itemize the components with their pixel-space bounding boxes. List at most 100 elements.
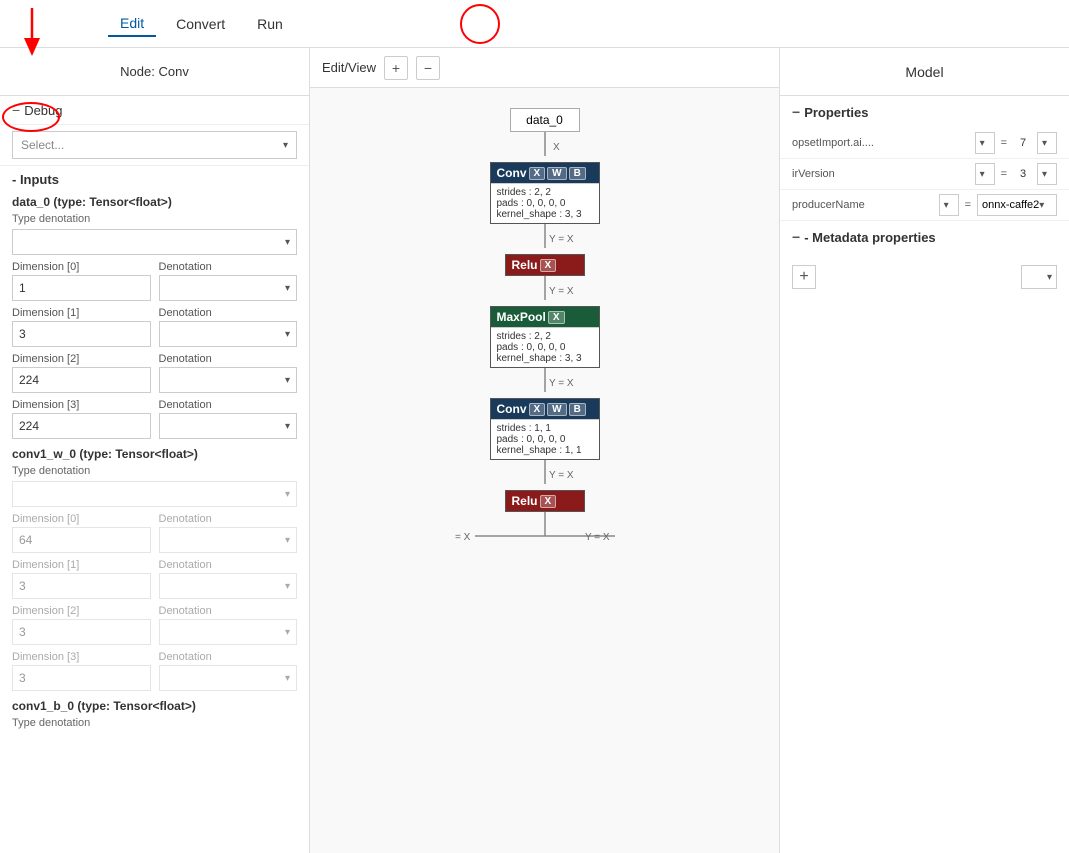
connector-svg-3: Y = X: [505, 368, 585, 398]
type-dropdown-chevron-0: ▾: [285, 237, 290, 248]
node-conv2[interactable]: Conv X W B strides : 1, 1 pads : 0, 0, 0…: [490, 398, 600, 460]
node-conv1-label: Conv: [497, 166, 527, 180]
select-placeholder: Select...: [21, 138, 64, 152]
dim-input-1-1[interactable]: 3: [12, 573, 151, 599]
debug-collapse-icon[interactable]: −: [12, 102, 20, 118]
menu-convert[interactable]: Convert: [164, 12, 237, 36]
dim-label-1-2: Dimension [2]: [12, 605, 151, 617]
metadata-section-header: − - Metadata properties: [780, 221, 1069, 253]
node-relu1[interactable]: Relu X: [505, 254, 585, 276]
prop-value-dropdown-1[interactable]: ▾: [1037, 163, 1057, 185]
den-label-0-3: Denotation: [159, 399, 298, 411]
node-conv2-header: Conv X W B: [491, 399, 599, 419]
zoom-out-button[interactable]: −: [416, 56, 440, 80]
node-conv1[interactable]: Conv X W B strides : 2, 2 pads : 0, 0, 0…: [490, 162, 600, 224]
graph-container: data_0 X Conv X W B: [445, 88, 645, 562]
prop-value-dropdown-0[interactable]: ▾: [1037, 132, 1057, 154]
inputs-section-header: - Inputs: [0, 166, 309, 191]
conv2-detail-1: pads : 0, 0, 0, 0: [497, 434, 593, 445]
input-data0-label: data_0 (type: Tensor<float>): [0, 191, 309, 211]
type-denotation-label-2: Type denotation: [0, 715, 309, 731]
node-data0[interactable]: data_0: [510, 108, 580, 132]
dim-row-0-3: Dimension [3] 224 Denotation ▾: [0, 397, 309, 441]
den-dropdown-0-3[interactable]: ▾: [159, 413, 298, 439]
den-dropdown-1-3[interactable]: ▾: [159, 665, 298, 691]
metadata-add-button[interactable]: +: [792, 265, 816, 289]
den-dropdown-0-1[interactable]: ▾: [159, 321, 298, 347]
den-chevron-1-1: ▾: [285, 581, 290, 592]
node-maxpool-body: strides : 2, 2 pads : 0, 0, 0, 0 kernel_…: [491, 327, 599, 367]
prop-dropdown-0[interactable]: ▾: [975, 132, 995, 154]
dim-input-1-0[interactable]: 64: [12, 527, 151, 553]
zoom-in-button[interactable]: +: [384, 56, 408, 80]
dim-input-0-1[interactable]: 3: [12, 321, 151, 347]
den-label-1-2: Denotation: [159, 605, 298, 617]
metadata-dropdown[interactable]: ▾: [1021, 265, 1057, 289]
node-header-label: Node: Conv: [120, 64, 189, 79]
debug-label: − Debug: [12, 102, 297, 118]
prop-dropdown-1[interactable]: ▾: [975, 163, 995, 185]
den-dropdown-1-0[interactable]: ▾: [159, 527, 298, 553]
node-relu1-tag-x: X: [540, 259, 557, 272]
prop-chevron-1: ▾: [980, 169, 985, 180]
left-panel-scroll[interactable]: - Inputs data_0 (type: Tensor<float>) Ty…: [0, 166, 309, 853]
dim-input-0-0[interactable]: 1: [12, 275, 151, 301]
node-relu2-tag-x: X: [540, 495, 557, 508]
dim-row-1-3: Dimension [3] 3 Denotation ▾: [0, 649, 309, 693]
dim-input-1-2[interactable]: 3: [12, 619, 151, 645]
center-canvas: Edit/View + − data_0 X: [310, 48, 779, 853]
den-col-1-3: Denotation ▾: [159, 651, 298, 691]
dim-input-0-3[interactable]: 224: [12, 413, 151, 439]
prop-value-0: 7: [1013, 137, 1033, 149]
dim-col-1-2: Dimension [2] 3: [12, 605, 151, 645]
metadata-collapse-icon[interactable]: −: [792, 229, 800, 245]
dim-input-1-3[interactable]: 3: [12, 665, 151, 691]
den-col-1-0: Denotation ▾: [159, 513, 298, 553]
node-maxpool-header: MaxPool X: [491, 307, 599, 327]
type-denotation-dropdown-0[interactable]: ▾: [12, 229, 297, 255]
metadata-chevron: ▾: [1047, 272, 1052, 283]
svg-text:X: X: [553, 142, 560, 153]
dim-input-0-2[interactable]: 224: [12, 367, 151, 393]
node-relu2[interactable]: Relu X: [505, 490, 585, 512]
den-chevron-1-0: ▾: [285, 535, 290, 546]
prop-dropdown-2[interactable]: ▾: [939, 194, 959, 216]
dim-col-0-0: Dimension [0] 1: [12, 261, 151, 301]
input-conv1b-label: conv1_b_0 (type: Tensor<float>): [0, 695, 309, 715]
den-col-1-2: Denotation ▾: [159, 605, 298, 645]
node-relu2-wrapper: Relu X = X Y = X: [445, 490, 645, 542]
main-content: Node: Conv − Debug Select... ▾ - Inputs …: [0, 48, 1069, 853]
prop-value-1: 3: [1013, 168, 1033, 180]
den-dropdown-1-2[interactable]: ▾: [159, 619, 298, 645]
menu-edit[interactable]: Edit: [108, 11, 156, 37]
den-dropdown-0-2[interactable]: ▾: [159, 367, 298, 393]
prop-equals-1: =: [999, 168, 1009, 180]
node-conv2-tag-x: X: [529, 403, 546, 416]
prop-equals-0: =: [999, 137, 1009, 149]
select-field[interactable]: Select... ▾: [12, 131, 297, 159]
prop-name-2: producerName: [792, 199, 935, 211]
type-denotation-dropdown-1[interactable]: ▾: [12, 481, 297, 507]
properties-collapse-icon[interactable]: −: [792, 104, 800, 120]
den-dropdown-0-0[interactable]: ▾: [159, 275, 298, 301]
dim-row-1-1: Dimension [1] 3 Denotation ▾: [0, 557, 309, 601]
den-col-0-2: Denotation ▾: [159, 353, 298, 393]
dim-row-0-0: Dimension [0] 1 Denotation ▾: [0, 259, 309, 303]
menu-run[interactable]: Run: [245, 12, 295, 36]
connector-svg-0: X: [515, 132, 575, 162]
right-panel-title: Model: [905, 64, 943, 80]
node-relu2-label: Relu: [512, 494, 538, 508]
den-chevron-0-1: ▾: [285, 329, 290, 340]
den-dropdown-1-1[interactable]: ▾: [159, 573, 298, 599]
canvas-area[interactable]: data_0 X Conv X W B: [310, 88, 779, 853]
svg-text:Y = X: Y = X: [549, 286, 574, 297]
svg-text:Y = X: Y = X: [549, 470, 574, 481]
svg-text:= X: = X: [455, 532, 471, 542]
node-maxpool[interactable]: MaxPool X strides : 2, 2 pads : 0, 0, 0,…: [490, 306, 600, 368]
conv2-detail-2: kernel_shape : 1, 1: [497, 445, 593, 456]
conv1-detail-2: kernel_shape : 3, 3: [497, 209, 593, 220]
prop-chevron-0: ▾: [980, 138, 985, 149]
metadata-label: - Metadata properties: [804, 230, 935, 245]
prop-value-dropdown-2[interactable]: onnx-caffe2 ▾: [977, 194, 1057, 216]
node-conv1-tag-b: B: [569, 167, 586, 180]
